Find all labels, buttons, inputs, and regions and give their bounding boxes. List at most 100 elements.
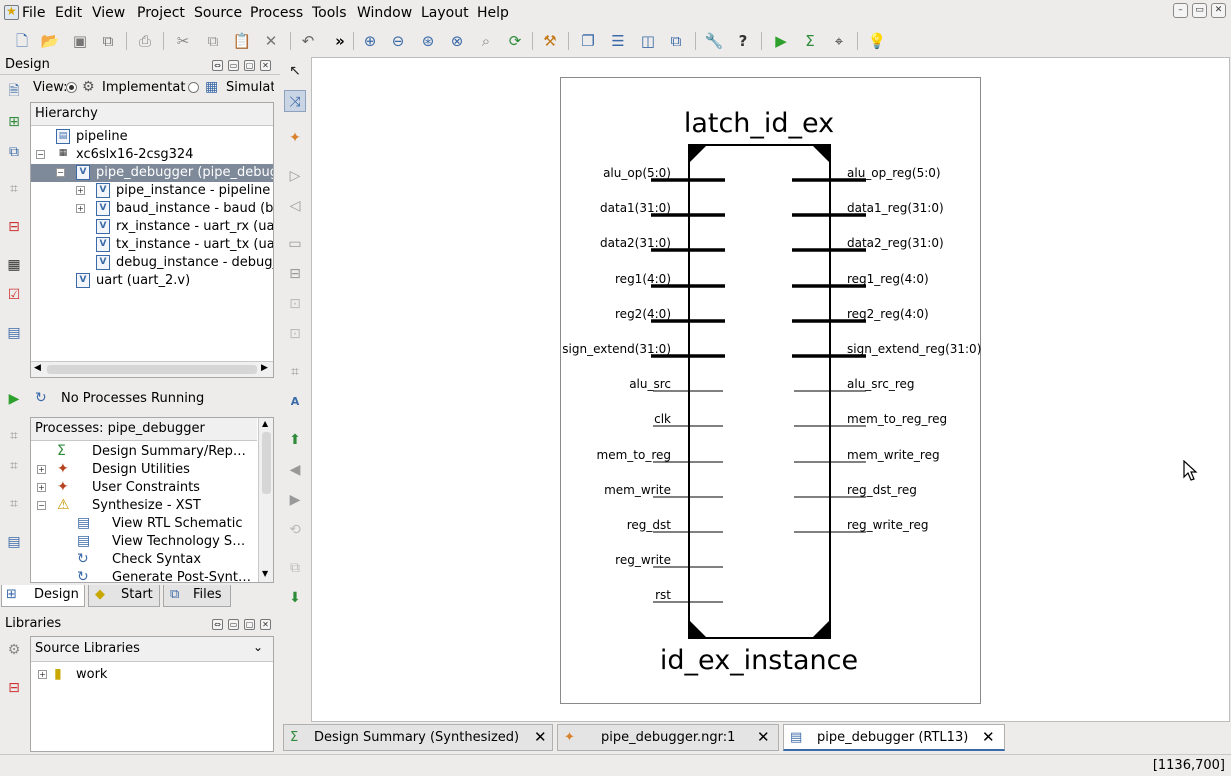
process-item[interactable]: − ⚠ Synthesize - XST (31, 497, 257, 515)
process-tool-icon[interactable]: ⌗ (3, 493, 25, 515)
sigma-icon[interactable]: Σ (800, 31, 820, 51)
chevron-down-icon[interactable]: ⌄ (253, 640, 263, 654)
process-item[interactable]: + ✦ Design Utilities (31, 461, 257, 479)
menu-help[interactable]: Help (477, 5, 509, 21)
tree-item[interactable]: − Vpipe_debugger (pipe_debugger.v) (31, 164, 273, 182)
zoom-out-icon[interactable]: ⊖ (388, 31, 408, 51)
new-source-icon[interactable]: ⊞ (3, 111, 25, 133)
tab-files[interactable]: ⧉ Files (163, 585, 231, 607)
process-tool-icon[interactable]: ⌗ (3, 425, 25, 447)
simulation-radio[interactable] (188, 82, 199, 93)
panel-minimize-icon[interactable]: ▭ (228, 60, 239, 71)
run-icon[interactable]: ▶ (771, 31, 791, 51)
cell-icon[interactable]: ▭ (284, 233, 306, 255)
menu-tools[interactable]: Tools (312, 5, 347, 21)
collapse-icon[interactable]: − (36, 150, 45, 159)
process-item[interactable]: ↻ Generate Post-Synthesis Simulation Mode… (31, 569, 257, 582)
menu-file[interactable]: File (22, 5, 45, 21)
tile-horizontal-icon[interactable]: ☰ (608, 31, 628, 51)
process-item[interactable]: Σ Design Summary/Reports (31, 443, 257, 461)
source-libraries-dropdown[interactable]: Source Libraries ⌄ (31, 637, 273, 662)
expand-icon[interactable]: + (37, 483, 46, 492)
hierarchy-icon[interactable]: ⌗ (3, 178, 25, 200)
report-icon[interactable]: ☑ (3, 284, 25, 306)
window-icon[interactable]: ▤ (3, 531, 25, 553)
tree-item[interactable]: Vtx_instance - uart_tx (uart_tx.v) (31, 236, 273, 254)
expand-icon[interactable]: + (76, 186, 85, 195)
close-tab-icon[interactable]: ✕ (757, 725, 770, 750)
tree-item[interactable]: − ▦ xc6slx16-2csg324 (31, 146, 273, 164)
tree-item[interactable]: + Vpipe_instance - pipeline (pipeline.v) (31, 182, 273, 200)
expand-design-icon[interactable]: ✦ (284, 127, 306, 149)
expand-icon[interactable]: + (38, 670, 47, 679)
remove-pins-icon[interactable]: ◁ (284, 195, 306, 217)
route-icon[interactable]: ⤨ (284, 90, 306, 112)
scroll-up-icon[interactable]: ▲ (262, 419, 268, 428)
run-process-icon[interactable]: ▶ (3, 388, 25, 410)
cell-paste-icon[interactable]: ⊡ (284, 323, 306, 345)
help-icon[interactable]: ? (733, 31, 753, 51)
menu-view[interactable]: View (92, 5, 125, 21)
restore-icon[interactable]: ▭ (1192, 3, 1207, 18)
print-icon[interactable]: ⎙ (135, 31, 155, 51)
panel-maximize-icon[interactable]: ▢ (244, 619, 255, 630)
zoom-full-icon[interactable]: ⊛ (418, 31, 438, 51)
zoom-in-icon[interactable]: ⊕ (360, 31, 380, 51)
go-up-icon[interactable]: ⬆ (284, 429, 306, 451)
process-item[interactable]: ▤ View Technology Schematic (31, 533, 257, 551)
copy-icon[interactable]: ⧉ (203, 31, 223, 51)
history-icon[interactable]: ⟲ (284, 519, 306, 541)
scroll-thumb[interactable] (47, 365, 257, 374)
close-icon[interactable]: ✕ (1211, 3, 1226, 18)
menu-process[interactable]: Process (250, 5, 303, 21)
tree-item[interactable]: Vrx_instance - uart_rx (uart_rx.v) (31, 218, 273, 236)
editor-tab-design-summary[interactable]: Σ Design Summary (Synthesized) ✕ (283, 724, 553, 751)
menu-window[interactable]: Window (357, 5, 412, 21)
menu-source[interactable]: Source (194, 5, 242, 21)
undo-icon[interactable]: ↶ (298, 31, 318, 51)
back-icon[interactable]: ◀ (284, 459, 306, 481)
tile-vertical-icon[interactable]: ◫ (638, 31, 658, 51)
save-icon[interactable]: ▣ (70, 31, 90, 51)
open-icon[interactable]: 📂 (40, 31, 60, 51)
zoom-area-icon[interactable]: ⌕ (476, 31, 496, 51)
float-icon[interactable]: ⧉ (666, 31, 686, 51)
hammer-icon[interactable]: ⚒ (540, 31, 560, 51)
cell-remove-icon[interactable]: ⊟ (284, 263, 306, 285)
remove-library-icon[interactable]: ⊟ (3, 677, 25, 699)
refresh-icon[interactable]: ⟳ (505, 31, 525, 51)
expand-icon[interactable]: + (37, 465, 46, 474)
editor-tab-ngr[interactable]: ✦ pipe_debugger.ngr:1 ✕ (557, 724, 779, 751)
export-icon[interactable]: ⬇ (284, 587, 306, 609)
library-item[interactable]: work (76, 667, 107, 682)
collapse-icon[interactable]: − (56, 168, 65, 177)
wrench-icon[interactable]: 🔧 (704, 31, 724, 51)
close-tab-icon[interactable]: ✕ (982, 725, 995, 750)
process-tool-icon[interactable]: ⌗ (3, 455, 25, 477)
panel-float-icon[interactable]: ⇔ (212, 60, 223, 71)
simulation-label[interactable]: Simulation (226, 80, 274, 95)
more-icon[interactable]: » (330, 31, 350, 51)
scroll-thumb[interactable] (262, 432, 271, 494)
process-item[interactable]: ▤ View RTL Schematic (31, 515, 257, 533)
window-icon[interactable]: ▤ (3, 322, 25, 344)
expand-icon[interactable]: + (76, 204, 85, 213)
add-pins-icon[interactable]: ▷ (284, 165, 306, 187)
cascade-icon[interactable]: ❐ (578, 31, 598, 51)
cut-icon[interactable]: ✂ (173, 31, 193, 51)
collapse-icon[interactable]: − (37, 501, 46, 510)
add-source-icon[interactable]: 🗎 (3, 80, 25, 102)
tree-item[interactable]: + Vbaud_instance - baud (baud.v) (31, 200, 273, 218)
chip-icon[interactable]: ▦ (3, 254, 25, 276)
save-all-icon[interactable]: ⧉ (98, 31, 118, 51)
paste-icon[interactable]: 📋 (232, 31, 252, 51)
panel-float-icon[interactable]: ⇔ (212, 619, 223, 630)
tree-item[interactable]: Vdebug_instance - debug_unit (debug_unit… (31, 254, 273, 272)
panel-close-icon[interactable]: ✕ (260, 619, 271, 630)
cell-copy-icon[interactable]: ⊡ (284, 293, 306, 315)
process-vscrollbar[interactable]: ▲ ▼ (258, 418, 273, 582)
menu-layout[interactable]: Layout (421, 5, 469, 21)
copy-icon[interactable]: ⧉ (284, 557, 306, 579)
minimize-icon[interactable]: – (1173, 3, 1188, 18)
remove-source-icon[interactable]: ⊟ (3, 216, 25, 238)
